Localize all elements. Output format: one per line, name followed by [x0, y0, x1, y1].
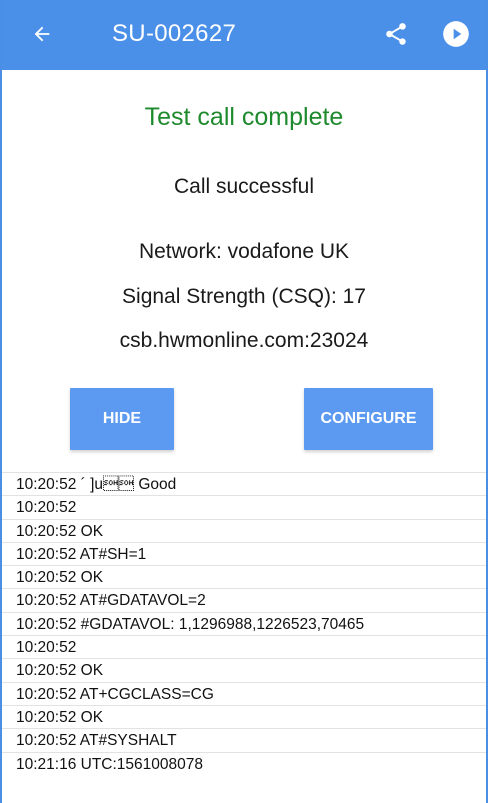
- log-entry: 10:20:52: [2, 495, 486, 518]
- hide-button[interactable]: HIDE: [70, 388, 174, 450]
- share-icon: [386, 23, 406, 45]
- share-button[interactable]: [376, 12, 416, 56]
- play-circle-icon: [443, 21, 469, 47]
- log-entry: 10:20:52 ´ ]u Good: [2, 472, 486, 495]
- app-bar: SU-002627: [2, 0, 486, 70]
- log-entry: 10:20:52 AT+CGCLASS=CG: [2, 681, 486, 705]
- log-entry: 10:20:52 OK: [2, 658, 486, 681]
- log-entry: 10:20:52 AT#SYSHALT: [2, 728, 486, 751]
- log-list[interactable]: 10:20:52 ´ ]u Good 10:20:52 10:20:52 O…: [2, 472, 486, 775]
- log-entry: 10:20:52 OK: [2, 518, 486, 542]
- app-screen: SU-002627 Test call complete Call succes…: [0, 0, 488, 803]
- log-entry: 10:20:52 OK: [2, 704, 486, 728]
- call-result-text: Call successful: [173, 175, 315, 198]
- log-entry: 10:20:52 #GDATAVOL: 1,1296988,1226523,70…: [2, 611, 486, 635]
- status-title: Test call complete: [144, 103, 344, 131]
- signal-strength-text: Signal Strength (CSQ): 17: [122, 285, 366, 308]
- play-button[interactable]: [436, 12, 476, 56]
- server-address-text: csb.hwmonline.com:23024: [119, 329, 369, 352]
- log-entry: 10:20:52 OK: [2, 565, 486, 588]
- back-button[interactable]: [22, 12, 62, 56]
- log-entry: 10:20:52: [2, 635, 486, 658]
- arrow-left-icon: [34, 26, 50, 42]
- configure-button[interactable]: CONFIGURE: [304, 388, 433, 450]
- log-entry: 10:20:52 AT#SH=1: [2, 541, 486, 565]
- log-entry: 10:21:16 UTC:1561008078: [2, 751, 486, 775]
- log-entry: 10:20:52 AT#GDATAVOL=2: [2, 588, 486, 611]
- network-text: Network: vodafone UK: [138, 240, 350, 263]
- page-title: SU-002627: [112, 20, 237, 47]
